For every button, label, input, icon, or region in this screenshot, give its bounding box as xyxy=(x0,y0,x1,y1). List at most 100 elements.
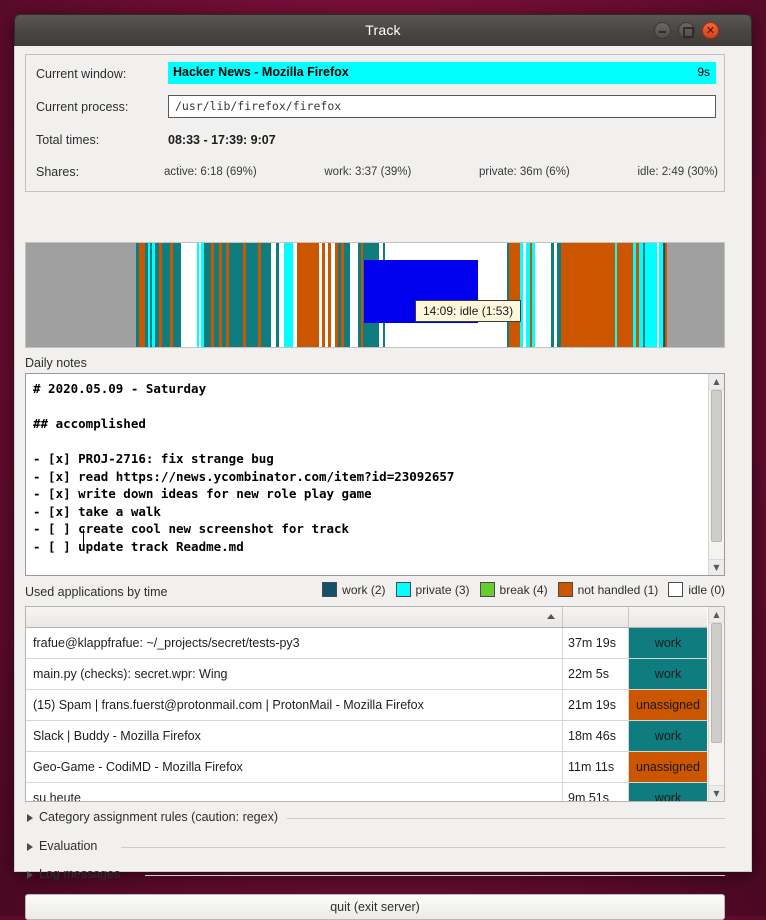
expander-label: Category assignment rules (caution: rege… xyxy=(39,810,279,824)
status-info-panel: Current window: Hacker News - Mozilla Fi… xyxy=(25,54,725,192)
table-row[interactable]: Geo-Game - CodiMD - Mozilla Firefox 11m 1… xyxy=(26,752,707,783)
expander-evaluation[interactable]: Evaluation xyxy=(25,837,725,859)
timeline-stripe[interactable] xyxy=(645,243,657,347)
table-cell-application: frafue@klappfrafue: ~/_projects/secret/t… xyxy=(26,628,563,658)
title-bar[interactable]: Track ✕ xyxy=(14,14,752,46)
minimize-button[interactable] xyxy=(654,22,671,39)
table-cell-time: 18m 46s xyxy=(563,721,629,751)
applications-table[interactable]: frafue@klappfrafue: ~/_projects/secret/t… xyxy=(25,606,725,802)
table-row[interactable]: Slack | Buddy - Mozilla Firefox 18m 46s wo… xyxy=(26,721,707,752)
timeline-stripe[interactable] xyxy=(297,243,319,347)
text-caret xyxy=(83,529,84,544)
table-cell-category[interactable]: work xyxy=(629,783,707,801)
timeline-stripe[interactable] xyxy=(563,243,615,347)
maximize-icon xyxy=(683,27,694,38)
timeline-stripe[interactable] xyxy=(26,243,136,347)
table-cell-application: main.py (checks): secret.wpr: Wing xyxy=(26,659,563,689)
table-cell-application: Slack | Buddy - Mozilla Firefox xyxy=(26,721,563,751)
table-scrollbar[interactable]: ▲ ▼ xyxy=(708,607,724,801)
table-cell-time: 22m 5s xyxy=(563,659,629,689)
table-cell-category[interactable]: unassigned xyxy=(629,690,707,720)
share-value: private: 36m (6%) xyxy=(479,166,570,178)
current-window-duration: 9s xyxy=(697,65,710,79)
legend-title: Used applications by time xyxy=(25,585,168,599)
timeline-stripe[interactable] xyxy=(535,243,551,347)
share-value: active: 6:18 (69%) xyxy=(164,166,257,178)
close-button[interactable]: ✕ xyxy=(702,22,719,39)
table-cell-time: 11m 11s xyxy=(563,752,629,782)
total-times-value: 08:33 - 17:39: 9:07 xyxy=(168,133,276,147)
table-cell-category[interactable]: unassigned xyxy=(629,752,707,782)
legend-item[interactable]: break (4) xyxy=(479,582,548,597)
total-times-label: Total times: xyxy=(36,133,100,147)
timeline-stripe[interactable] xyxy=(229,243,243,347)
table-row[interactable]: frafue@klappfrafue: ~/_projects/secret/t… xyxy=(26,628,707,659)
legend-item-label: idle (0) xyxy=(688,582,725,597)
expander-label: Log messages xyxy=(39,867,121,881)
legend-item[interactable]: work (2) xyxy=(322,582,386,597)
window-title: Track xyxy=(365,22,401,38)
table-header-row[interactable] xyxy=(26,607,707,628)
table-cell-time: 37m 19s xyxy=(563,628,629,658)
close-icon: ✕ xyxy=(705,24,716,37)
legend-swatch-icon xyxy=(395,582,411,597)
maximize-button[interactable] xyxy=(678,22,695,39)
quit-button[interactable]: quit (exit server) xyxy=(25,894,725,920)
expander-divider xyxy=(145,875,725,876)
daily-notes-textarea[interactable]: # 2020.05.09 - Saturday ## accomplished … xyxy=(26,374,707,575)
table-scroll-down-icon[interactable]: ▼ xyxy=(709,785,724,801)
timeline-stripe[interactable] xyxy=(261,243,271,347)
table-row[interactable]: su heute 9m 51s work xyxy=(26,783,707,801)
timeline-stripe[interactable] xyxy=(173,243,181,347)
notes-scrollbar[interactable]: ▲ ▼ xyxy=(708,374,724,575)
expander-log-messages[interactable]: Log messages xyxy=(25,865,725,887)
table-cell-category[interactable]: work xyxy=(629,628,707,658)
legend-row: Used applications by time work (2) privat… xyxy=(25,582,725,604)
timeline-stripe[interactable] xyxy=(204,243,211,347)
expander-divider xyxy=(287,818,725,819)
sort-ascending-icon xyxy=(547,614,555,619)
activity-timeline[interactable]: 14:09: idle (1:53) xyxy=(25,242,725,348)
table-header-name[interactable] xyxy=(26,607,563,627)
minimize-icon xyxy=(659,31,666,33)
scroll-down-icon[interactable]: ▼ xyxy=(709,559,724,575)
timeline-stripe[interactable] xyxy=(617,243,633,347)
scroll-up-icon[interactable]: ▲ xyxy=(709,374,724,390)
shares-values: active: 6:18 (69%) work: 3:37 (39%) privat… xyxy=(164,166,718,178)
table-row[interactable]: main.py (checks): secret.wpr: Wing 22m 5s… xyxy=(26,659,707,690)
table-header-time[interactable] xyxy=(563,607,629,627)
table-header-category[interactable] xyxy=(629,607,707,627)
current-window-title: Hacker News - Mozilla Firefox xyxy=(173,65,349,79)
legend-swatch-icon xyxy=(479,582,495,597)
table-row[interactable]: (15) Spam | frans.fuerst@protonmail.com … xyxy=(26,690,707,721)
timeline-stripe[interactable] xyxy=(667,243,724,347)
timeline-stripe[interactable] xyxy=(162,243,170,347)
expander-category-rules[interactable]: Category assignment rules (caution: rege… xyxy=(25,808,725,830)
table-cell-category[interactable]: work xyxy=(629,721,707,751)
chevron-right-icon xyxy=(27,814,33,822)
table-cell-application: Geo-Game - CodiMD - Mozilla Firefox xyxy=(26,752,563,782)
table-cell-application: (15) Spam | frans.fuerst@protonmail.com … xyxy=(26,690,563,720)
expander-divider xyxy=(121,847,725,848)
legend-swatch-icon xyxy=(557,582,573,597)
chevron-right-icon xyxy=(27,843,33,851)
legend-item[interactable]: idle (0) xyxy=(668,582,725,597)
window-client-area: Current window: Hacker News - Mozilla Fi… xyxy=(14,46,752,920)
table-cell-category[interactable]: work xyxy=(629,659,707,689)
timeline-stripe[interactable] xyxy=(350,243,358,347)
timeline-stripe[interactable] xyxy=(181,243,197,347)
legend-item[interactable]: not handled (1) xyxy=(557,582,658,597)
timeline-stripe[interactable] xyxy=(284,243,293,347)
notes-scroll-thumb[interactable] xyxy=(711,390,722,542)
daily-notes-panel[interactable]: # 2020.05.09 - Saturday ## accomplished … xyxy=(25,373,725,576)
table-scroll-up-icon[interactable]: ▲ xyxy=(709,607,724,623)
legend-items: work (2) private (3) break (4) not handled … xyxy=(322,582,725,597)
current-process-value: /usr/lib/firefox/firefox xyxy=(168,95,716,118)
legend-item[interactable]: private (3) xyxy=(395,582,470,597)
timeline-stripe[interactable] xyxy=(246,243,258,347)
legend-item-label: private (3) xyxy=(415,582,470,597)
timeline-stripe[interactable] xyxy=(509,243,520,347)
timeline-tooltip: 14:09: idle (1:53) xyxy=(415,300,522,322)
table-scroll-thumb[interactable] xyxy=(711,623,722,743)
daily-notes-label: Daily notes xyxy=(25,356,87,370)
